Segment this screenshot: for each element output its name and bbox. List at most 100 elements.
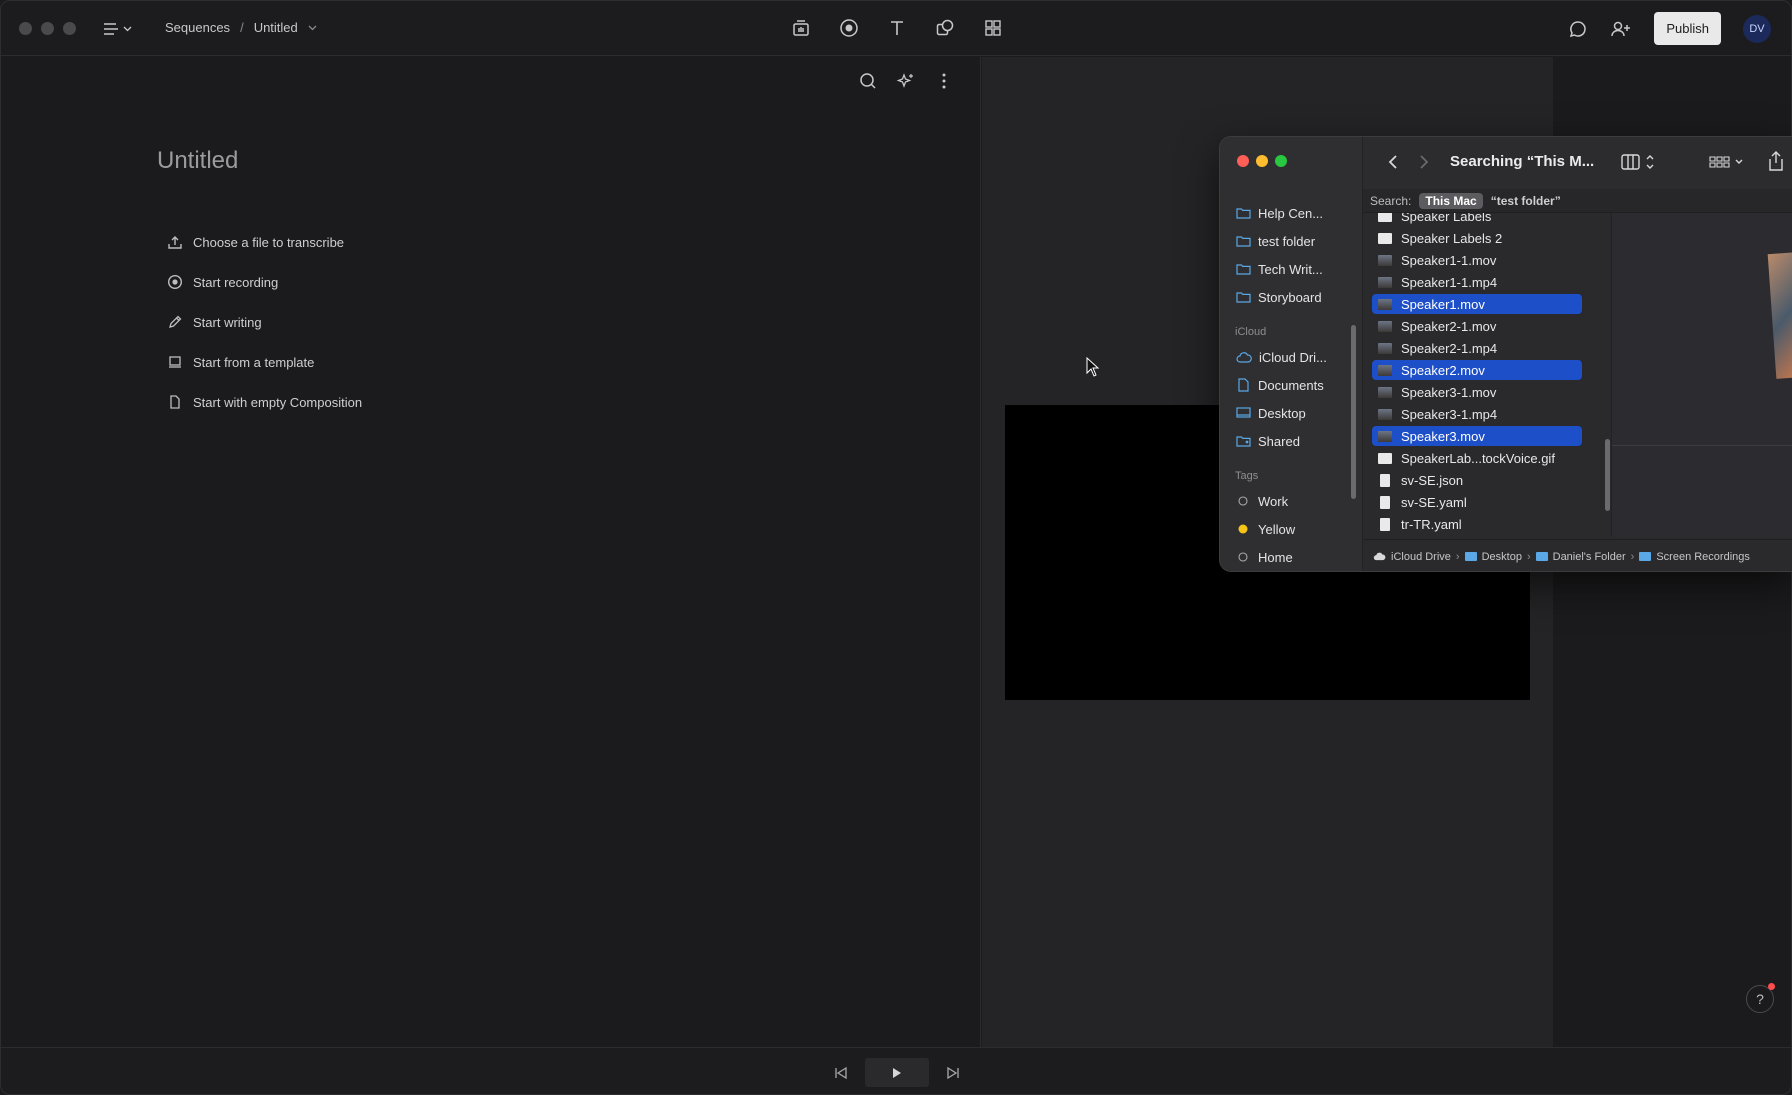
finder-window: Help Cen... test folder Tech Writ... Sto… bbox=[1219, 136, 1792, 572]
script-editor: Untitled Choose a file to transcribe Sta… bbox=[1, 57, 981, 1047]
more-vertical-icon[interactable] bbox=[934, 71, 954, 91]
path-desktop[interactable]: Desktop bbox=[1482, 551, 1522, 563]
document-icon bbox=[1380, 473, 1390, 487]
finder-close-button[interactable] bbox=[1237, 155, 1249, 167]
text-button[interactable] bbox=[885, 16, 909, 40]
avatar[interactable]: DV bbox=[1743, 14, 1771, 43]
play-icon bbox=[893, 1067, 901, 1078]
path-separator: › bbox=[1526, 550, 1531, 563]
search-icon[interactable] bbox=[858, 71, 878, 91]
file-name: SpeakerLab...tockVoice.gif bbox=[1401, 450, 1555, 466]
tag-yellow[interactable]: Yellow bbox=[1236, 519, 1295, 539]
sidebar-item-test-folder[interactable]: test folder bbox=[1236, 231, 1315, 251]
file-name: Speaker1.mov bbox=[1401, 296, 1485, 312]
file-row[interactable]: Speaker1-1.mp4 bbox=[1372, 272, 1582, 292]
sidebar-item-shared[interactable]: Shared bbox=[1236, 431, 1300, 451]
add-user-icon[interactable] bbox=[1610, 19, 1632, 39]
preview-image bbox=[1767, 252, 1792, 379]
group-view-icon[interactable] bbox=[1708, 153, 1746, 171]
file-row[interactable]: Speaker Labels bbox=[1372, 213, 1582, 226]
chevron-down-icon[interactable] bbox=[308, 25, 317, 31]
grid-icon bbox=[985, 20, 1001, 36]
file-list-scrollbar[interactable] bbox=[1605, 439, 1610, 511]
comment-icon[interactable] bbox=[1568, 19, 1588, 39]
document-title[interactable]: Untitled bbox=[157, 147, 238, 175]
file-row[interactable]: SpeakerLab...tockVoice.gif bbox=[1372, 448, 1582, 468]
file-row[interactable]: Speaker2.mov bbox=[1372, 360, 1582, 380]
record-icon bbox=[840, 19, 858, 37]
record-icon bbox=[167, 274, 183, 290]
transport-bar bbox=[1, 1047, 1791, 1094]
sidebar-scrollbar[interactable] bbox=[1351, 325, 1356, 499]
upload-icon bbox=[168, 236, 182, 249]
breadcrumb-current[interactable]: Untitled bbox=[254, 20, 298, 35]
file-row[interactable]: Speaker1.mov bbox=[1372, 294, 1582, 314]
forward-icon[interactable] bbox=[1419, 154, 1429, 170]
sidebar-item-tech-writing[interactable]: Tech Writ... bbox=[1236, 259, 1323, 279]
file-row[interactable]: tr-TR.yaml bbox=[1372, 514, 1582, 534]
file-row[interactable]: sv-SE.yaml bbox=[1372, 492, 1582, 512]
skip-back-button[interactable] bbox=[829, 1058, 853, 1087]
sparkle-icon[interactable] bbox=[896, 71, 916, 91]
back-icon[interactable] bbox=[1388, 154, 1398, 170]
video-thumbnail-icon bbox=[1378, 320, 1392, 332]
option-template[interactable]: Start from a template bbox=[167, 342, 362, 382]
finder-zoom-button[interactable] bbox=[1275, 155, 1287, 167]
shared-folder-icon bbox=[1236, 436, 1251, 447]
layouts-button[interactable] bbox=[981, 16, 1005, 40]
folder-icon bbox=[1535, 552, 1548, 561]
window-controls bbox=[19, 22, 76, 35]
path-bar: iCloud Drive › Desktop › Daniel's Folder… bbox=[1363, 539, 1792, 571]
editor-toolbar bbox=[858, 71, 954, 91]
file-row[interactable]: Speaker3.mov bbox=[1372, 426, 1582, 446]
sidebar-item-help-center[interactable]: Help Cen... bbox=[1236, 203, 1323, 223]
document-icon bbox=[1380, 495, 1390, 509]
search-scope-label: Search: bbox=[1370, 193, 1412, 208]
publish-button[interactable]: Publish bbox=[1654, 12, 1721, 45]
notification-dot bbox=[1768, 983, 1775, 990]
sidebar-item-storyboard[interactable]: Storyboard bbox=[1236, 287, 1322, 307]
file-name: Speaker2.mov bbox=[1401, 362, 1485, 378]
path-daniels-folder[interactable]: Daniel's Folder bbox=[1553, 551, 1626, 563]
finder-minimize-button[interactable] bbox=[1256, 155, 1268, 167]
main-menu-button[interactable] bbox=[103, 17, 139, 41]
file-row[interactable]: Speaker2-1.mp4 bbox=[1372, 338, 1582, 358]
tag-work[interactable]: Work bbox=[1236, 491, 1288, 511]
option-label: Start from a template bbox=[193, 354, 315, 370]
file-row[interactable]: Speaker2-1.mov bbox=[1372, 316, 1582, 336]
file-name: Speaker1-1.mp4 bbox=[1401, 274, 1498, 290]
zoom-window-button[interactable] bbox=[63, 22, 76, 35]
path-screen-recordings[interactable]: Screen Recordings bbox=[1656, 551, 1750, 563]
option-start-writing[interactable]: Start writing bbox=[167, 302, 362, 342]
insert-toolbar bbox=[789, 16, 1005, 40]
scope-test-folder[interactable]: “test folder” bbox=[1491, 194, 1561, 208]
option-start-recording[interactable]: Start recording bbox=[167, 262, 362, 302]
skip-forward-icon bbox=[947, 1066, 959, 1079]
shapes-button[interactable] bbox=[933, 16, 957, 40]
skip-forward-button[interactable] bbox=[941, 1058, 965, 1087]
file-row[interactable]: sv-SE.json bbox=[1372, 470, 1582, 490]
file-row[interactable]: Speaker3-1.mp4 bbox=[1372, 404, 1582, 424]
sidebar-item-desktop[interactable]: Desktop bbox=[1236, 403, 1306, 423]
file-row[interactable]: Speaker1-1.mov bbox=[1372, 250, 1582, 270]
file-name: sv-SE.json bbox=[1401, 472, 1464, 488]
share-icon[interactable] bbox=[1767, 150, 1785, 172]
media-library-icon bbox=[793, 20, 809, 36]
scope-this-mac[interactable]: This Mac bbox=[1419, 192, 1483, 209]
sidebar-item-documents[interactable]: Documents bbox=[1236, 375, 1324, 395]
sidebar-item-icloud-drive[interactable]: iCloud Dri... bbox=[1236, 347, 1327, 367]
column-view-icon[interactable] bbox=[1621, 153, 1657, 171]
option-empty-composition[interactable]: Start with empty Composition bbox=[167, 382, 362, 422]
play-button[interactable] bbox=[865, 1058, 929, 1087]
close-window-button[interactable] bbox=[19, 22, 32, 35]
file-row[interactable]: Speaker3-1.mov bbox=[1372, 382, 1582, 402]
tag-home[interactable]: Home bbox=[1236, 547, 1293, 567]
path-icloud-drive[interactable]: iCloud Drive bbox=[1391, 551, 1451, 563]
file-row[interactable]: Speaker Labels 2 bbox=[1372, 228, 1582, 248]
option-transcribe-file[interactable]: Choose a file to transcribe bbox=[167, 222, 362, 262]
record-button[interactable] bbox=[837, 16, 861, 40]
video-thumbnail-icon bbox=[1378, 298, 1392, 310]
minimize-window-button[interactable] bbox=[41, 22, 54, 35]
breadcrumb-sequences[interactable]: Sequences bbox=[165, 20, 230, 35]
media-library-button[interactable] bbox=[789, 16, 813, 40]
